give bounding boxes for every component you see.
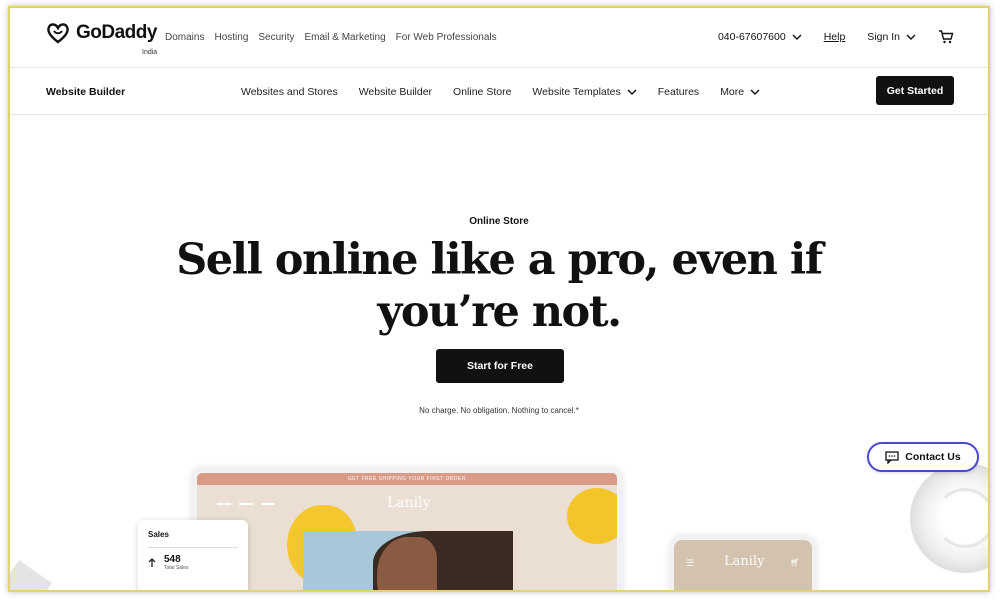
subnav-label: Website Templates	[532, 86, 621, 98]
get-started-button[interactable]: Get Started	[876, 76, 954, 105]
contact-us-label: Contact Us	[905, 451, 961, 463]
subnav-websites-stores[interactable]: Websites and Stores	[241, 86, 338, 98]
start-for-free-button[interactable]: Start for Free	[436, 349, 564, 383]
subnav-brand[interactable]: Website Builder	[46, 86, 125, 98]
chevron-down-icon	[906, 34, 916, 40]
contact-us-button[interactable]: Contact Us	[867, 442, 979, 472]
subnav-links: Websites and Stores Website Builder Onli…	[241, 86, 760, 98]
subnav-website-templates[interactable]: Website Templates	[532, 86, 637, 98]
subnav-label: Online Store	[453, 86, 512, 98]
subnav-features[interactable]: Features	[658, 86, 699, 98]
primary-nav: Domains Hosting Security Email & Marketi…	[165, 32, 497, 43]
hero-headline: Sell online like a pro, even if you’re n…	[10, 234, 988, 338]
mockup-menu-dash	[261, 503, 275, 505]
nav-email-marketing[interactable]: Email & Marketing	[305, 32, 386, 43]
sign-in-dropdown[interactable]: Sign In	[867, 31, 916, 43]
subnav-label: Features	[657, 86, 700, 98]
lemon-image	[567, 488, 617, 544]
model-photo	[303, 531, 513, 590]
chevron-down-icon	[750, 89, 760, 95]
nav-domains[interactable]: Domains	[165, 32, 204, 43]
headline-line-2: you’re not.	[377, 287, 622, 337]
help-link[interactable]: Help	[824, 31, 846, 43]
phone-number: 040-67607600	[717, 31, 786, 43]
divider	[148, 547, 238, 548]
godaddy-logo[interactable]: GoDaddy	[46, 22, 157, 44]
laptop-promo-banner: GET FREE SHIPPING YOUR FIRST ORDER	[197, 473, 617, 485]
subnav-more[interactable]: More	[720, 86, 760, 98]
hero-disclaimer: No charge. No obligation. Nothing to can…	[419, 406, 579, 415]
phone-dropdown[interactable]: 040-67607600	[718, 31, 802, 43]
cart-icon[interactable]	[938, 30, 954, 44]
subnav-website-builder[interactable]: Website Builder	[359, 86, 432, 98]
mockup-menu-dash	[217, 503, 231, 505]
sales-title: Sales	[148, 530, 169, 539]
godaddy-logo-icon	[47, 23, 69, 44]
subnav-label: More	[720, 86, 745, 98]
subnav-label: Websites and Stores	[241, 86, 338, 98]
laptop-store-mockup: GET FREE SHIPPING YOUR FIRST ORDER Lanil…	[192, 468, 622, 590]
top-header: GoDaddy India Domains Hosting Security E…	[10, 8, 988, 68]
arrow-up-icon	[148, 557, 156, 567]
sales-stat: 548 Total Sales	[148, 554, 238, 571]
chevron-down-icon	[627, 89, 637, 95]
mockup-menu-dash	[239, 503, 253, 505]
phone-store-mockup: ☰ Lanily 🛒︎	[670, 536, 816, 590]
phone-store-brand: Lanily	[724, 554, 765, 569]
hamburger-menu-icon: ☰	[686, 558, 695, 568]
chat-icon	[885, 450, 899, 464]
sales-card: Sales 548 Total Sales	[138, 520, 248, 590]
logo-text: GoDaddy	[76, 22, 157, 43]
subnav-label: Website Builder	[358, 86, 433, 98]
nav-security[interactable]: Security	[258, 32, 294, 43]
hero-eyebrow: Online Store	[469, 216, 529, 227]
browser-frame: GoDaddy India Domains Hosting Security E…	[8, 6, 990, 592]
region-label: India	[142, 49, 158, 56]
laptop-store-brand: Lanily	[387, 495, 431, 511]
cream-swirl	[935, 488, 988, 548]
sign-in-label: Sign In	[867, 31, 900, 43]
sales-value: 548	[164, 554, 181, 565]
sales-values: 548 Total Sales	[164, 554, 188, 571]
phone-cart-icon: 🛒︎	[789, 558, 800, 567]
nav-hosting[interactable]: Hosting	[214, 32, 248, 43]
sales-subtitle: Total Sales	[164, 565, 189, 571]
subnav-online-store[interactable]: Online Store	[453, 86, 511, 98]
product-subnav: Website Builder Websites and Stores Webs…	[10, 69, 988, 115]
decorative-shape	[10, 560, 52, 590]
headline-line-1: Sell online like a pro, even if	[176, 235, 823, 285]
header-actions: 040-67607600 Help Sign In	[718, 30, 954, 44]
nav-web-professionals[interactable]: For Web Professionals	[396, 32, 497, 43]
chevron-down-icon	[792, 34, 802, 40]
